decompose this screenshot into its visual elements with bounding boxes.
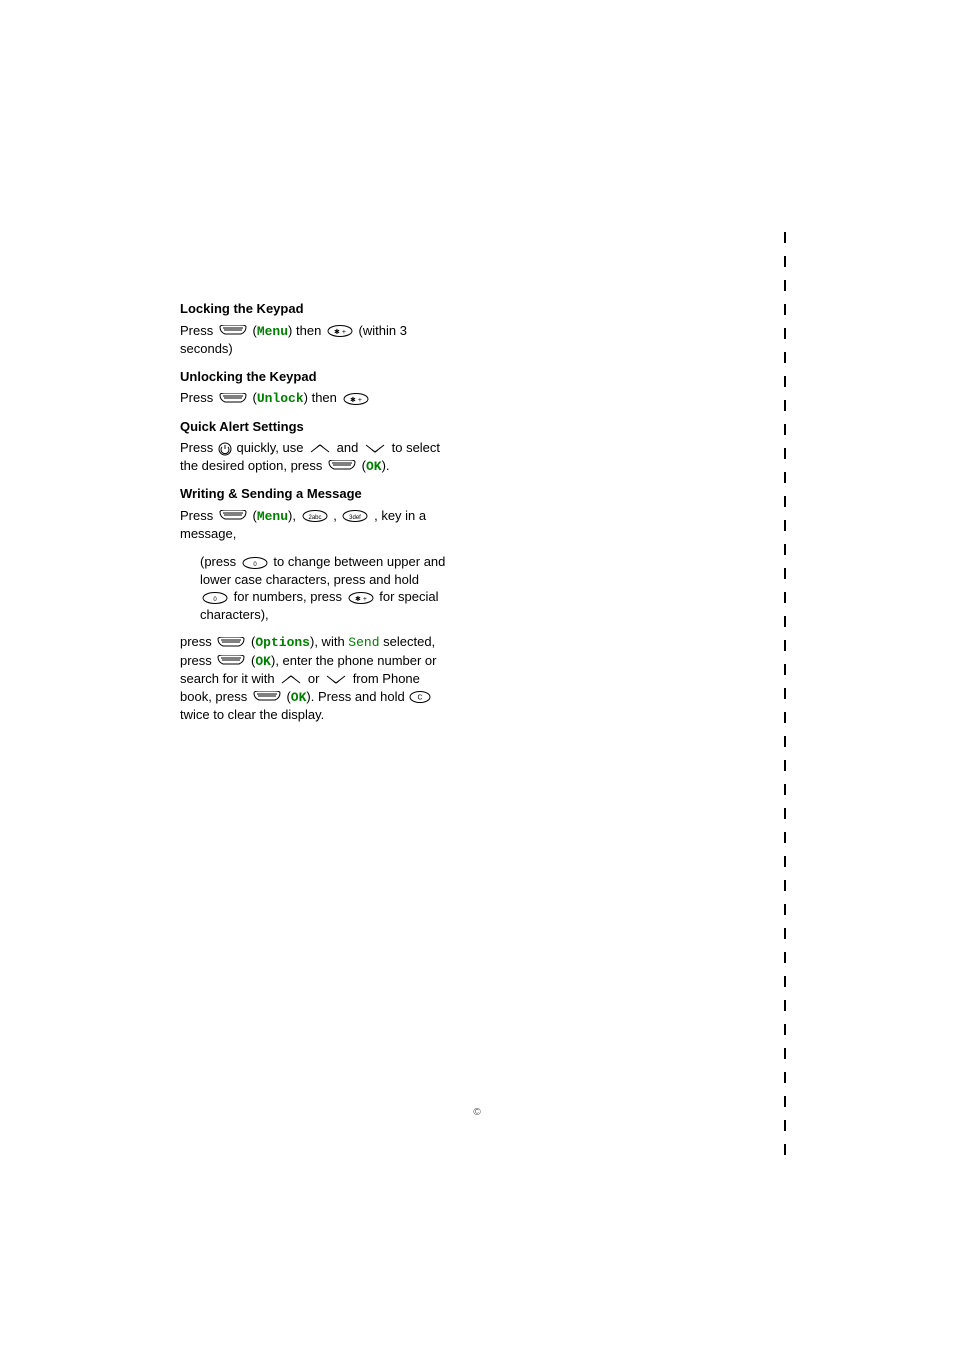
svg-text:✱ +: ✱ + [334,328,346,336]
softkey-icon [216,655,246,667]
text: Press [180,440,217,455]
softkey-icon [216,637,246,649]
text: then [312,390,341,405]
options-label: Options [255,635,310,650]
paren-close: ) [304,390,308,405]
svg-text:2abc: 2abc [308,515,321,521]
text: or [308,671,323,686]
ok-label: OK [366,459,382,474]
scroll-down-icon [324,674,348,685]
clear-key-icon [409,691,431,703]
text: Press [180,323,217,338]
menu-label: Menu [257,324,288,339]
text: quickly, use [236,440,307,455]
svg-text:✱ +: ✱ + [355,595,367,603]
text: , with [314,634,348,649]
text: twice to clear the display. [180,707,324,722]
zero-key-icon: 0 [241,557,269,569]
writing-line2: press (Options), with Send selected, pre… [180,633,450,724]
star-key-icon: ✱ + [326,325,354,337]
quick-alert-instruction: Press quickly, use and to select the des… [180,439,450,475]
heading-unlocking: Unlocking the Keypad [180,368,450,386]
two-key-icon: 2abc [301,510,329,522]
svg-text:0: 0 [213,597,217,603]
text: (press [200,554,240,569]
softkey-icon [252,691,282,703]
softkey-icon [218,325,248,337]
text: and [337,440,362,455]
text: , [292,508,299,523]
heading-quick-alert: Quick Alert Settings [180,418,450,436]
text: Press [180,390,217,405]
text: , [333,508,340,523]
star-key-icon: ✱ + [342,393,370,405]
ok-label: OK [255,654,271,669]
text: . Press and hold [311,689,409,704]
scroll-up-icon [308,443,332,454]
svg-text:✱ +: ✱ + [350,396,362,404]
writing-line1: Press (Menu), 2abc , 3def , key in a mes… [180,507,450,543]
three-key-icon: 3def [341,510,369,522]
zero-key-icon: 0 [201,592,229,604]
text: then [296,323,325,338]
softkey-icon [218,510,248,522]
scroll-down-icon [363,443,387,454]
page-body: Locking the Keypad Press (Menu) then ✱ +… [180,300,450,734]
text: press [180,634,215,649]
heading-locking: Locking the Keypad [180,300,450,318]
star-key-icon: ✱ + [347,592,375,604]
text: for numbers, press [234,589,346,604]
heading-writing-message: Writing & Sending a Message [180,485,450,503]
send-label: Send [348,635,379,650]
softkey-icon [218,393,248,405]
ok-label: OK [291,690,307,705]
softkey-icon [327,460,357,472]
text: . [386,458,390,473]
svg-text:3def: 3def [350,515,362,521]
svg-text:0: 0 [253,562,257,568]
power-key-icon [218,442,232,456]
locking-instruction: Press (Menu) then ✱ + (within 3 seconds) [180,322,450,358]
text: Press [180,508,217,523]
footer-copyright: © [0,1106,954,1120]
unlock-label: Unlock [257,391,304,406]
crop-marks [784,232,786,1144]
scroll-up-icon [279,674,303,685]
writing-subnote: (press 0 to change between upper and low… [200,553,450,623]
paren-close: ) [288,323,292,338]
unlocking-instruction: Press (Unlock) then ✱ + [180,389,450,408]
menu-label: Menu [257,509,288,524]
